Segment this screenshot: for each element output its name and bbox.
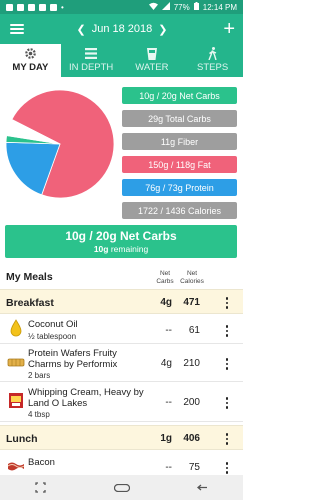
food-net-carbs: 4g xyxy=(160,358,172,369)
water-glass-icon xyxy=(146,47,157,60)
meal-net-carbs: 1g xyxy=(160,433,172,444)
more-options-icon[interactable] xyxy=(224,325,230,337)
pie-svg xyxy=(5,89,115,199)
more-options-icon[interactable] xyxy=(224,433,230,445)
more-options-icon[interactable] xyxy=(224,297,230,309)
app-bar: ❮ Jun 18 2018 ❯ + xyxy=(0,14,243,44)
meals-title: My Meals xyxy=(6,271,53,283)
meal-net-calories: 406 xyxy=(183,433,200,444)
wifi-icon xyxy=(148,2,158,12)
oil-drop-icon xyxy=(7,319,25,337)
cream-carton-icon xyxy=(7,391,25,409)
meal-name: Breakfast xyxy=(6,297,54,309)
add-icon[interactable]: + xyxy=(223,19,235,39)
net-carbs-summary: 10g / 20g Net Carbs xyxy=(65,229,177,243)
remaining-label: remaining xyxy=(110,244,149,254)
status-bar: • 77% 12:14 PM xyxy=(0,0,243,14)
food-net-calories: 61 xyxy=(188,325,200,336)
system-navigation-bar xyxy=(0,475,243,500)
remaining-value: 10g xyxy=(93,244,109,254)
food-net-carbs: -- xyxy=(165,325,172,336)
food-item[interactable]: Whipping Cream, Heavy by Land O Lakes 4 … xyxy=(0,382,243,422)
home-icon[interactable] xyxy=(107,479,137,497)
net-carbs-column-header: Net Carbs xyxy=(156,270,174,285)
clock: 12:14 PM xyxy=(202,2,237,12)
tab-label: IN DEPTH xyxy=(68,62,114,73)
protein-bar: 76g / 73g Protein xyxy=(122,179,237,196)
more-options-icon[interactable] xyxy=(224,358,230,370)
food-serving: 4 tbsp xyxy=(28,410,50,419)
tab-my-day[interactable]: MY DAY xyxy=(0,44,61,77)
food-item[interactable]: Bacon -- 75 xyxy=(0,450,243,475)
back-icon[interactable] xyxy=(188,479,218,497)
net-carbs-bar: 10g / 20g Net Carbs xyxy=(122,87,237,104)
food-net-calories: 200 xyxy=(183,397,200,408)
tab-bar: MY DAY IN DEPTH WATER STEPS xyxy=(0,44,243,77)
food-serving: ½ tablespoon xyxy=(28,332,77,341)
list-icon xyxy=(85,47,98,60)
battery-percent: 77% xyxy=(173,2,190,12)
tab-water[interactable]: WATER xyxy=(122,44,183,77)
food-name: Bacon xyxy=(28,457,55,468)
date-navigator: ❮ Jun 18 2018 ❯ xyxy=(72,23,172,36)
tab-in-depth[interactable]: IN DEPTH xyxy=(61,44,122,77)
more-notifications-icon: • xyxy=(61,2,64,12)
fat-bar: 150g / 118g Fat xyxy=(122,156,237,173)
meal-name: Lunch xyxy=(6,433,38,445)
food-serving: 2 bars xyxy=(28,371,51,380)
menu-icon[interactable] xyxy=(10,24,24,34)
notification-icon xyxy=(50,3,57,11)
food-name: Protein Wafers Fruity Charms by Performi… xyxy=(28,348,118,370)
wafer-bar-icon xyxy=(7,353,25,371)
food-net-carbs: -- xyxy=(165,462,172,473)
meal-net-calories: 471 xyxy=(183,297,200,308)
food-item[interactable]: Coconut Oil ½ tablespoon -- 61 xyxy=(0,314,243,344)
more-options-icon[interactable] xyxy=(224,397,230,409)
tab-label: WATER xyxy=(135,62,169,73)
food-net-calories: 210 xyxy=(183,358,200,369)
food-name: Coconut Oil xyxy=(28,319,78,330)
food-net-carbs: -- xyxy=(165,397,172,408)
net-carbs-banner[interactable]: 10g / 20g Net Carbs 10g remaining xyxy=(5,225,237,258)
fiber-bar: 11g Fiber xyxy=(122,133,237,150)
notification-icon xyxy=(39,3,46,11)
net-carbs-remaining: 10g remaining xyxy=(5,244,237,254)
gear-icon xyxy=(24,47,37,60)
bacon-icon xyxy=(7,456,25,474)
walking-person-icon xyxy=(207,47,218,60)
food-name: Whipping Cream, Heavy by Land O Lakes xyxy=(28,387,144,409)
food-net-calories: 75 xyxy=(188,462,200,473)
current-date[interactable]: Jun 18 2018 xyxy=(92,23,153,35)
calories-bar: 1722 / 1436 Calories xyxy=(122,202,237,219)
total-carbs-bar: 29g Total Carbs xyxy=(122,110,237,127)
macro-pie-chart xyxy=(4,88,116,200)
tab-label: MY DAY xyxy=(12,62,49,73)
meal-net-carbs: 4g xyxy=(160,297,172,308)
meal-section-lunch[interactable]: Lunch 1g 406 xyxy=(0,425,243,450)
recent-apps-icon[interactable] xyxy=(26,479,56,497)
notification-icon xyxy=(6,3,13,11)
previous-day-chevron-icon[interactable]: ❮ xyxy=(77,23,86,36)
next-day-chevron-icon[interactable]: ❯ xyxy=(158,23,167,36)
more-options-icon[interactable] xyxy=(224,462,230,474)
meals-header: My Meals Net Carbs Net Calories xyxy=(0,262,243,288)
signal-icon xyxy=(161,2,170,12)
notification-icon xyxy=(28,3,35,11)
tab-steps[interactable]: STEPS xyxy=(182,44,243,77)
net-calories-column-header: Net Calories xyxy=(180,270,204,285)
tab-label: STEPS xyxy=(197,62,229,73)
food-item[interactable]: Protein Wafers Fruity Charms by Performi… xyxy=(0,344,243,382)
battery-icon xyxy=(193,2,199,12)
notification-icon xyxy=(17,3,24,11)
meal-section-breakfast[interactable]: Breakfast 4g 471 xyxy=(0,289,243,314)
